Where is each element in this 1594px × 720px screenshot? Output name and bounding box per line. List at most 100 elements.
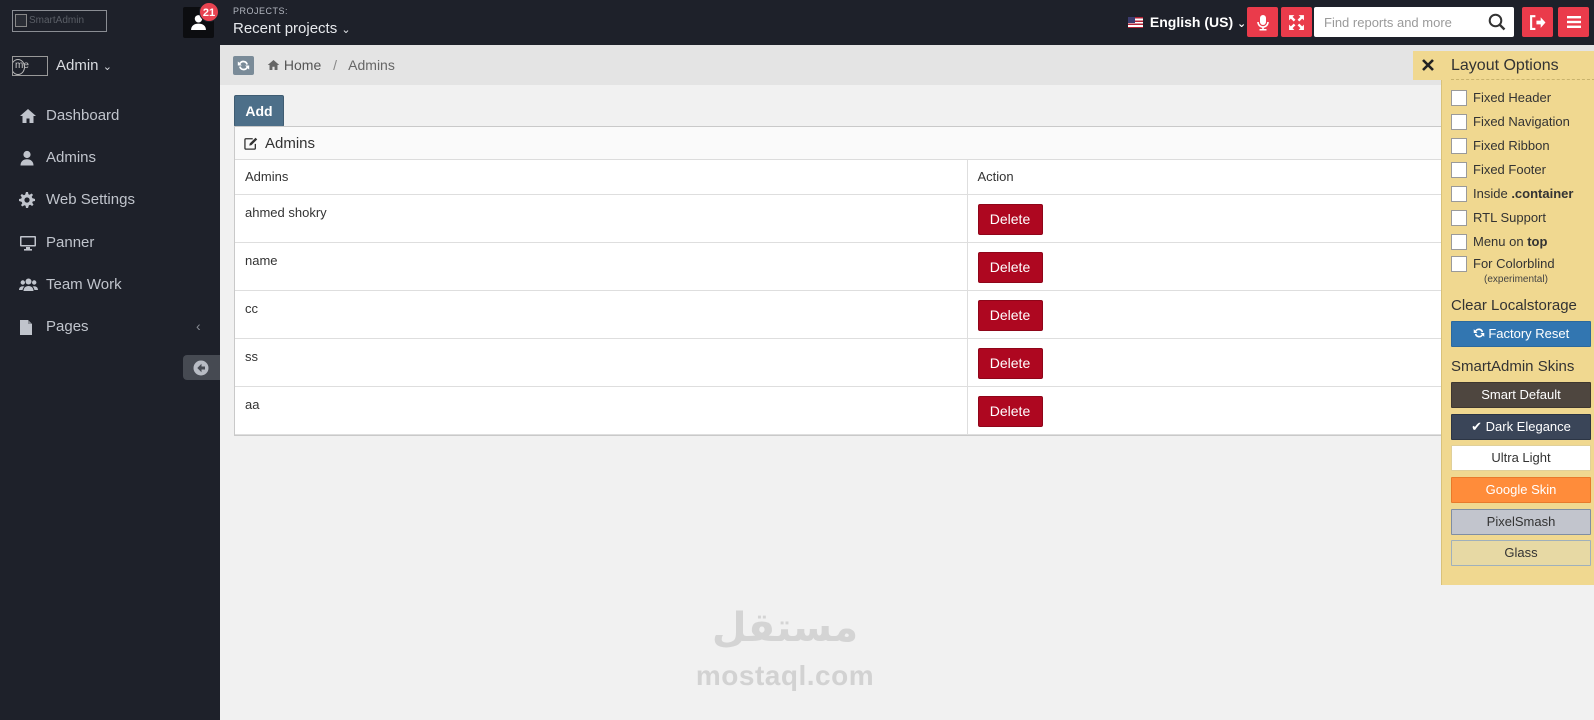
add-button[interactable]: Add bbox=[234, 95, 284, 127]
us-flag-icon bbox=[1128, 17, 1143, 28]
chevron-down-icon: ⌄ bbox=[341, 24, 351, 36]
projects-value: Recent projects bbox=[233, 20, 338, 37]
fullscreen-icon bbox=[1289, 15, 1304, 30]
panel-title: Admins bbox=[265, 135, 316, 152]
option-label: Fixed Footer bbox=[1473, 162, 1546, 177]
option-label: Inside .container bbox=[1473, 186, 1573, 201]
top-header: SmartAdmin 21 PROJECTS: Recent projects … bbox=[0, 0, 1594, 45]
microphone-icon bbox=[1256, 15, 1269, 31]
breadcrumb-current: Admins bbox=[348, 57, 395, 73]
admin-name-cell: ss bbox=[235, 338, 967, 387]
checkbox[interactable] bbox=[1451, 138, 1467, 154]
skins-heading: SmartAdmin Skins bbox=[1451, 358, 1575, 375]
sidebar-item-team-work[interactable]: Team Work bbox=[0, 267, 220, 303]
logo[interactable]: SmartAdmin bbox=[12, 10, 107, 32]
sign-out-icon bbox=[1530, 15, 1546, 30]
chevron-down-icon: ⌄ bbox=[102, 61, 112, 73]
sidebar-item-pages[interactable]: Pages ‹ bbox=[0, 309, 220, 345]
factory-reset-button[interactable]: Factory Reset bbox=[1451, 321, 1591, 347]
refresh-button[interactable] bbox=[233, 56, 254, 75]
voice-command-button[interactable] bbox=[1247, 7, 1278, 37]
edit-icon bbox=[244, 137, 258, 150]
search-input[interactable] bbox=[1314, 7, 1474, 37]
skin-dark-elegance[interactable]: ✔ Dark Elegance bbox=[1451, 414, 1591, 440]
refresh-icon bbox=[237, 60, 250, 71]
sidebar-item-dashboard[interactable]: Dashboard bbox=[0, 98, 220, 134]
language-dropdown[interactable]: English (US) ⌄ bbox=[1128, 14, 1246, 30]
option-label: RTL Support bbox=[1473, 210, 1546, 225]
logout-button[interactable] bbox=[1522, 7, 1553, 37]
chevron-down-icon: ⌄ bbox=[1237, 18, 1247, 30]
delete-button[interactable]: Delete bbox=[977, 299, 1043, 331]
activity-button[interactable]: 21 bbox=[183, 2, 219, 38]
home-icon bbox=[20, 109, 36, 123]
sidebar-item-label: Team Work bbox=[46, 276, 122, 293]
option-label: Menu on top bbox=[1473, 234, 1547, 249]
table-row: ahmed shokry Delete bbox=[235, 194, 1593, 243]
table-header-row: Admins Action bbox=[235, 160, 1593, 195]
delete-button[interactable]: Delete bbox=[977, 395, 1043, 427]
factory-reset-label: Factory Reset bbox=[1488, 326, 1570, 341]
sidebar-item-web-settings[interactable]: Web Settings bbox=[0, 182, 220, 218]
breadcrumb-separator: / bbox=[333, 57, 338, 73]
skin-google[interactable]: Google Skin bbox=[1451, 477, 1591, 503]
option-label-text: For Colorblind bbox=[1473, 256, 1555, 271]
watermark-latin: mostaql.com bbox=[695, 660, 875, 691]
search-icon[interactable] bbox=[1488, 13, 1506, 31]
sidebar-item-admins[interactable]: Admins bbox=[0, 140, 220, 176]
checkbox[interactable] bbox=[1451, 256, 1467, 272]
option-label: Fixed Navigation bbox=[1473, 114, 1570, 129]
option-label-strong: .container bbox=[1511, 186, 1574, 201]
check-icon: ✔ bbox=[1471, 419, 1482, 434]
option-label-text: Menu on bbox=[1473, 234, 1528, 249]
sidebar: me Admin ⌄ Dashboard Admins Web Settings… bbox=[0, 45, 220, 720]
admin-name-cell: cc bbox=[235, 290, 967, 339]
sidebar-item-label: Admins bbox=[46, 149, 97, 166]
checkbox[interactable] bbox=[1451, 234, 1467, 250]
layout-options-toggle[interactable] bbox=[1413, 51, 1443, 80]
avatar: me bbox=[12, 56, 48, 76]
layout-options-panel: Layout Options Fixed Header Fixed Naviga… bbox=[1413, 51, 1594, 585]
option-label-strong: top bbox=[1527, 234, 1548, 249]
delete-button[interactable]: Delete bbox=[977, 251, 1043, 283]
admin-name-cell: name bbox=[235, 242, 967, 291]
option-label-text: RTL Support bbox=[1473, 210, 1546, 225]
delete-button[interactable]: Delete bbox=[977, 347, 1043, 379]
refresh-icon bbox=[1473, 328, 1484, 338]
clear-localstorage-heading: Clear Localstorage bbox=[1451, 297, 1577, 314]
checkbox[interactable] bbox=[1451, 186, 1467, 202]
sidebar-item-label: Pages bbox=[46, 318, 89, 335]
skin-smart-default[interactable]: Smart Default bbox=[1451, 382, 1591, 408]
option-label: Fixed Header bbox=[1473, 90, 1551, 105]
projects-dropdown[interactable]: Recent projects ⌄ bbox=[233, 20, 351, 37]
delete-button[interactable]: Delete bbox=[977, 203, 1043, 235]
option-label-text: Inside bbox=[1473, 186, 1512, 201]
sidebar-item-panner[interactable]: Panner bbox=[0, 225, 220, 261]
checkbox[interactable] bbox=[1451, 162, 1467, 178]
breadcrumb-home[interactable]: Home bbox=[284, 57, 321, 73]
admin-name-cell: aa bbox=[235, 386, 967, 435]
watermark-arabic: مستقل bbox=[711, 606, 859, 650]
skin-pixelsmash[interactable]: PixelSmash bbox=[1451, 509, 1591, 535]
arrow-circle-left-icon bbox=[193, 360, 209, 376]
table-row: cc Delete bbox=[235, 290, 1593, 339]
checkbox[interactable] bbox=[1451, 90, 1467, 106]
admins-panel: Admins Admins Action ahmed shokry Delete… bbox=[234, 126, 1594, 436]
fullscreen-button[interactable] bbox=[1281, 7, 1312, 37]
divider bbox=[1451, 79, 1594, 80]
checkbox[interactable] bbox=[1451, 210, 1467, 226]
user-name-text: Admin bbox=[56, 57, 99, 74]
table-row: aa Delete bbox=[235, 386, 1593, 435]
skin-glass[interactable]: Glass bbox=[1451, 540, 1591, 566]
projects-label: PROJECTS: bbox=[233, 6, 289, 16]
skin-label: PixelSmash bbox=[1486, 514, 1556, 529]
menu-toggle-button[interactable] bbox=[1558, 7, 1589, 37]
option-label: Fixed Ribbon bbox=[1473, 138, 1550, 153]
user-icon bbox=[20, 150, 34, 166]
skin-label: Ultra Light bbox=[1491, 450, 1551, 465]
minify-menu-button[interactable] bbox=[183, 355, 220, 380]
file-icon bbox=[20, 320, 32, 335]
checkbox[interactable] bbox=[1451, 114, 1467, 130]
panel-header: Admins bbox=[235, 127, 1593, 160]
skin-ultra-light[interactable]: Ultra Light bbox=[1451, 445, 1591, 471]
